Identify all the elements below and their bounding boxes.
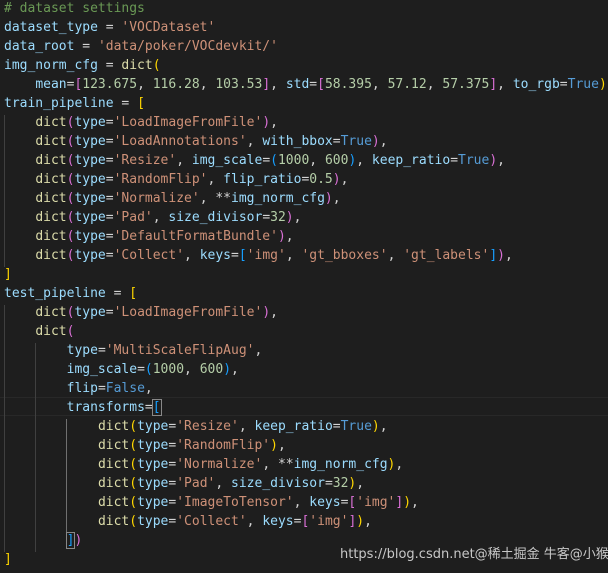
code-line[interactable]: transforms=[ — [4, 398, 162, 417]
code-line[interactable]: ] — [4, 550, 12, 569]
code-line[interactable]: train_pipeline = [ — [4, 94, 145, 113]
code-line[interactable]: dict(type='LoadAnnotations', with_bbox=T… — [4, 132, 387, 151]
code-line[interactable]: # dataset settings — [4, 0, 145, 18]
code-line[interactable]: mean=[123.675, 116.28, 103.53], std=[58.… — [4, 75, 606, 94]
code-line[interactable]: dict( — [4, 322, 74, 341]
code-line[interactable]: flip=False, — [4, 379, 153, 398]
code-line[interactable]: dict(type='Collect', keys=['img']), — [4, 512, 372, 531]
code-line[interactable]: dict(type='Resize', img_scale=(1000, 600… — [4, 151, 505, 170]
code-line[interactable]: dict(type='Normalize', **img_norm_cfg), — [4, 455, 403, 474]
code-line[interactable]: data_root = 'data/poker/VOCdevkit/' — [4, 37, 278, 56]
code-editor[interactable]: # dataset settings dataset_type = 'VOCDat… — [0, 0, 608, 573]
code-line[interactable]: test_pipeline = [ — [4, 284, 137, 303]
code-line[interactable]: type='MultiScaleFlipAug', — [4, 341, 263, 360]
code-line[interactable]: dataset_type = 'VOCDataset' — [4, 18, 215, 37]
code-line[interactable]: dict(type='RandomFlip', flip_ratio=0.5), — [4, 170, 348, 189]
code-line[interactable]: dict(type='ImageToTensor', keys=['img'])… — [4, 493, 419, 512]
code-line[interactable]: dict(type='DefaultFormatBundle'), — [4, 227, 293, 246]
watermark: https://blog.csdn.net@稀土掘金 牛客@小猴学IT — [340, 547, 608, 562]
code-line[interactable]: dict(type='Resize', keep_ratio=True), — [4, 417, 388, 436]
code-line[interactable]: dict(type='Normalize', **img_norm_cfg), — [4, 189, 340, 208]
code-line[interactable]: dict(type='LoadImageFromFile'), — [4, 303, 278, 322]
code-line[interactable]: dict(type='Pad', size_divisor=32), — [4, 208, 301, 227]
code-line[interactable]: dict(type='RandomFlip'), — [4, 436, 286, 455]
code-line[interactable]: img_scale=(1000, 600), — [4, 360, 239, 379]
code-line[interactable]: dict(type='Collect', keys=['img', 'gt_bb… — [4, 246, 512, 265]
code-line[interactable]: dict(type='LoadImageFromFile'), — [4, 113, 278, 132]
code-line[interactable]: ]) — [4, 531, 82, 550]
code-line[interactable]: img_norm_cfg = dict( — [4, 56, 161, 75]
code-line[interactable]: ] — [4, 265, 12, 284]
code-line[interactable]: dict(type='Pad', size_divisor=32), — [4, 474, 364, 493]
